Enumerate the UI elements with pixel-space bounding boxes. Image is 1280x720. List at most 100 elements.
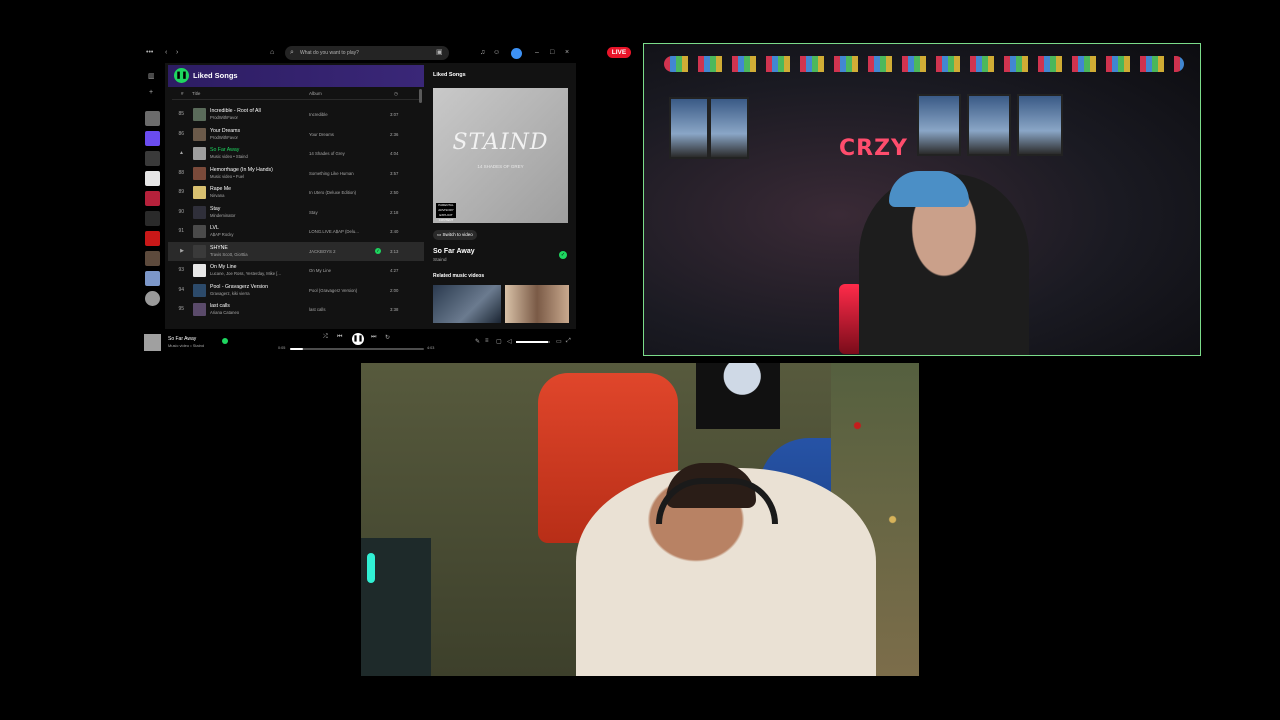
track-row[interactable]: 94 Pool - Gravagerz Version Gravagerz, kik… (168, 281, 424, 300)
track-row[interactable]: ▶ SHYNE Travis Scott, Gio!ttia JACKBOYS 2 ✓ 3… (168, 241, 424, 261)
track-album[interactable]: last calls (309, 307, 369, 312)
track-artist[interactable]: Lucane, Joe Ross, Yesterday, Mike [... (210, 271, 281, 276)
track-artist[interactable]: ProdWithFavor (210, 115, 238, 120)
miniplayer-icon[interactable]: ▭ (556, 338, 562, 345)
track-artist[interactable]: Travis Scott, Gio!ttia (210, 252, 248, 257)
track-title[interactable]: last calls (210, 303, 230, 309)
more-icon[interactable]: ••• (146, 43, 153, 63)
track-title[interactable]: SHYNE (210, 245, 228, 251)
volume-icon[interactable]: ◁ (507, 338, 512, 345)
avatar[interactable] (511, 48, 522, 59)
track-album[interactable]: JACKBOYS 2 (309, 249, 369, 254)
track-row[interactable]: 91 LVL A$AP Rocky LONG.LIVE.A$AP (Delu... 3:… (168, 222, 424, 241)
column-album[interactable]: Album (309, 91, 322, 96)
track-album[interactable]: Your Dreams (309, 132, 369, 137)
track-title[interactable]: Pool - Gravagerz Version (210, 284, 268, 290)
liked-check-icon[interactable] (222, 338, 228, 344)
now-playing-subtitle[interactable]: Music video • Staind (168, 343, 204, 348)
track-album[interactable]: In Utero (Deluxe Edition) (309, 190, 369, 195)
track-title[interactable]: Hemorrhage (In My Hands) (210, 167, 273, 173)
track-title[interactable]: Incredible - Root of All (210, 108, 261, 114)
lyrics-icon[interactable]: ✎ (475, 338, 480, 345)
track-artist[interactable]: Music video • Fuel (210, 174, 244, 179)
track-row[interactable]: 90 Stay Mindeminator Stay 2:18 (168, 203, 424, 222)
previous-icon[interactable]: ⏮ (337, 334, 342, 341)
progress-bar[interactable] (290, 348, 424, 350)
track-row[interactable]: 86 Your Dreams ProdWithFavor Your Dreams 2:3… (168, 125, 424, 144)
library-item-thumbnail[interactable] (145, 291, 160, 306)
track-title[interactable]: Your Dreams (210, 128, 240, 134)
track-album[interactable]: Something Like Human (309, 171, 369, 176)
notifications-icon[interactable]: ♫ (480, 43, 485, 63)
maximize-icon[interactable]: □ (550, 43, 554, 63)
now-playing-title[interactable]: So Far Away (168, 336, 196, 342)
library-item-thumbnail[interactable] (145, 251, 160, 266)
repeat-icon[interactable]: ↻ (385, 334, 390, 341)
forward-icon[interactable]: › (176, 43, 178, 63)
track-artist[interactable]: ProdWithFavor (210, 135, 238, 140)
track-album[interactable]: LONG.LIVE.A$AP (Delu... (309, 229, 369, 234)
play-pause-button[interactable]: ❚❚ (352, 333, 364, 345)
search-input[interactable]: ⌕ What do you want to play? (285, 46, 449, 60)
track-artist[interactable]: Ariana Cataneo (210, 310, 239, 315)
scrollbar[interactable] (419, 89, 422, 103)
device-icon[interactable]: ▢ (496, 338, 502, 345)
track-title[interactable]: Rape Me (210, 186, 231, 192)
track-title[interactable]: Stay (210, 206, 220, 212)
related-video-thumbnail[interactable] (505, 285, 569, 323)
library-item-thumbnail[interactable] (145, 111, 160, 126)
track-row[interactable]: 85 Incredible - Root of All ProdWithFavor I… (168, 105, 424, 124)
liked-check-icon[interactable]: ✓ (559, 251, 567, 259)
track-title[interactable]: On My Line (210, 264, 237, 270)
browse-icon[interactable]: ▣ (436, 43, 443, 63)
volume-slider[interactable] (516, 341, 550, 343)
track-album[interactable]: 14 Shades of Grey (309, 151, 369, 156)
track-artist[interactable]: Mindeminator (210, 213, 235, 218)
library-item-thumbnail[interactable] (145, 271, 160, 286)
library-item-thumbnail[interactable] (145, 151, 160, 166)
library-item-thumbnail[interactable] (145, 231, 160, 246)
track-artist[interactable]: A$AP Rocky (210, 232, 233, 237)
monitor (361, 538, 431, 676)
track-title[interactable]: So Far Away (210, 147, 239, 153)
neon-sign: CRZY (839, 136, 908, 161)
track-album[interactable]: Incredible (309, 112, 369, 117)
track-row[interactable]: 89 Rape Me Nirvana In Utero (Deluxe Edition… (168, 183, 424, 202)
queue-icon[interactable]: ≡ (485, 338, 489, 344)
track-row[interactable]: 88 Hemorrhage (In My Hands) Music video • … (168, 164, 424, 183)
friends-icon[interactable]: ☺ (493, 43, 500, 63)
back-icon[interactable]: ‹ (165, 43, 167, 63)
track-thumbnail (193, 283, 206, 297)
fullscreen-icon[interactable]: ⤢ (566, 338, 571, 345)
track-row[interactable]: ▲ So Far Away Music video • Staind 14 Shade… (168, 144, 424, 163)
shuffle-icon[interactable]: ⤮ (323, 334, 328, 341)
track-duration: 2:36 (390, 131, 399, 137)
track-title[interactable]: LVL (210, 225, 219, 231)
switch-to-video-button[interactable]: ▭ Switch to video (433, 230, 477, 240)
track-artist[interactable]: Music video • Staind (210, 154, 248, 159)
track-artist[interactable]: Gravagerz, kiki vierra (210, 291, 250, 296)
track-artist[interactable]: Nirvana (210, 193, 224, 198)
track-album[interactable]: Stay (309, 210, 369, 215)
close-icon[interactable]: × (565, 43, 569, 63)
liked-songs-thumbnail[interactable] (145, 131, 160, 146)
now-playing-thumbnail[interactable] (144, 334, 161, 351)
add-icon[interactable]: + (149, 83, 153, 103)
next-icon[interactable]: ⏭ (371, 334, 376, 341)
library-item-thumbnail[interactable] (145, 191, 160, 206)
track-row[interactable]: 93 On My Line Lucane, Joe Ross, Yesterday,… (168, 261, 424, 280)
track-row[interactable]: 95 last calls Ariana Cataneo last calls 3:38 (168, 300, 424, 319)
library-item-thumbnail[interactable] (145, 171, 160, 186)
play-pause-button[interactable]: ❚❚ (174, 68, 189, 83)
track-album[interactable]: Pool (Gravagerz Version) (309, 288, 369, 293)
home-icon[interactable]: ⌂ (270, 43, 274, 63)
panel-song-title[interactable]: So Far Away (433, 248, 475, 255)
panel-artist[interactable]: Staind (433, 258, 447, 263)
liked-check-icon[interactable]: ✓ (375, 247, 381, 254)
track-album[interactable]: On My Line (309, 268, 369, 273)
column-title[interactable]: Title (192, 91, 200, 96)
related-video-thumbnail[interactable] (433, 285, 501, 323)
track-duration: 3:40 (390, 229, 399, 234)
minimize-icon[interactable]: – (535, 43, 539, 63)
library-item-thumbnail[interactable] (145, 211, 160, 226)
